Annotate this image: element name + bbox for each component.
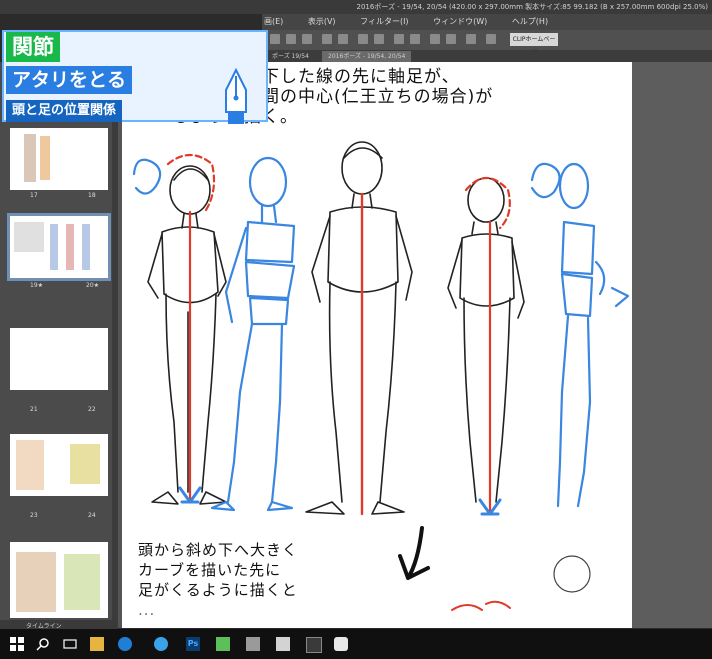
tool-icon[interactable]	[486, 34, 496, 44]
tool-icon[interactable]	[466, 34, 476, 44]
caption-title-line1: 関節	[6, 32, 60, 62]
arrow-annotation	[398, 526, 430, 580]
page-text-line: 足がくるように描くと	[138, 581, 298, 599]
circle-annotation	[553, 555, 591, 593]
thumbnail-figure	[82, 224, 90, 270]
edge-icon[interactable]	[118, 637, 132, 651]
tool-icon[interactable]	[270, 34, 280, 44]
tool-icon[interactable]	[374, 34, 384, 44]
windows-taskbar: Ps	[0, 629, 712, 659]
page-thumbnail[interactable]	[10, 328, 108, 390]
page-number: 21	[30, 406, 38, 413]
page-number: 17	[30, 192, 38, 199]
search-icon[interactable]	[36, 637, 50, 651]
page-number: 20★	[86, 282, 100, 289]
caption-subtitle: 頭と足の位置関係	[6, 100, 123, 122]
page-text-line: ...	[138, 601, 156, 619]
thumbnail-figure	[50, 224, 58, 270]
figure-1-blue-guides	[132, 158, 162, 195]
page-number: 19★	[30, 282, 44, 289]
canvas-margin	[632, 62, 712, 628]
page-number: 18	[88, 192, 96, 199]
thumbnail-figure	[24, 134, 36, 182]
file-explorer-icon[interactable]	[90, 637, 104, 651]
canvas-page[interactable]: から垂直に下した線の先に軸足が、 左右の足の間の中心(仁王立ちの場合)が るよう…	[122, 62, 632, 628]
page-thumbnail-selected[interactable]	[7, 213, 111, 281]
figure-1-lineart	[147, 165, 227, 505]
command-toolbar: CLIPホームページ	[262, 30, 712, 56]
menu-item-help[interactable]: ヘルプ(H)	[512, 17, 548, 26]
photoshop-icon[interactable]: Ps	[186, 637, 200, 651]
window-title-bar: 2016ポーズ - 19/54, 20/54 (420.00 x 297.00m…	[0, 0, 712, 14]
tool-icon[interactable]	[322, 34, 332, 44]
tool-icon[interactable]	[446, 34, 456, 44]
thumbnail-figure	[16, 440, 44, 490]
figure-2-blue-mannequin	[210, 156, 296, 512]
tool-icon[interactable]	[286, 34, 296, 44]
thumbnail-figure	[70, 444, 100, 484]
pen-nib-icon	[225, 68, 247, 124]
clip-studio-icon[interactable]	[334, 637, 348, 651]
clip-homepage-button[interactable]: CLIPホームページ	[510, 33, 558, 56]
page-thumbnail[interactable]	[10, 128, 108, 190]
page-bottom-text: 頭から斜め下へ大きく カーブを描いた先に 足がくるように描くと ...	[138, 540, 358, 620]
page-number: 24	[88, 512, 96, 519]
tool-icon[interactable]	[358, 34, 368, 44]
thumbnail-figure	[16, 552, 56, 612]
caption-title-line2: アタリをとる	[6, 66, 133, 94]
app-icon[interactable]	[216, 637, 230, 651]
ie-icon[interactable]	[154, 637, 168, 651]
page-number: 22	[88, 406, 96, 413]
menu-item-view[interactable]: 表示(V)	[308, 17, 336, 26]
tool-icon[interactable]	[410, 34, 420, 44]
tool-icon[interactable]	[302, 34, 312, 44]
thumbnail-figure	[64, 554, 100, 610]
figure-4-lineart	[447, 177, 525, 503]
windows-icon[interactable]	[10, 637, 24, 651]
menu-item-filter[interactable]: フィルター(I)	[360, 17, 408, 26]
thumbnail-figure	[66, 224, 74, 270]
tool-icon[interactable]	[430, 34, 440, 44]
app-icon[interactable]	[276, 637, 290, 651]
tab-document-2[interactable]: 2016ポーズ - 19/54, 20/54	[322, 51, 412, 62]
tool-icon[interactable]	[338, 34, 348, 44]
figure-5-blue-mannequin	[530, 162, 630, 508]
page-thumbnail-sidebar: 17 18 19★ 20★ 21 22 23 24	[0, 62, 118, 628]
page-number: 23	[30, 512, 38, 519]
app-icon[interactable]	[306, 637, 322, 653]
thumbnail-text-block	[14, 222, 44, 252]
window-title: 2016ポーズ - 19/54, 20/54 (420.00 x 297.00m…	[356, 3, 708, 11]
menu-bar: 画(E) 表示(V) フィルター(I) ウィンドウ(W) ヘルプ(H)	[262, 14, 712, 30]
red-scribble	[451, 600, 511, 611]
page-text-line: カーブを描いた先に	[138, 561, 282, 579]
figure-3-lineart	[305, 141, 413, 515]
menu-item-window[interactable]: ウィンドウ(W)	[433, 17, 487, 26]
thumbnail-figure	[40, 136, 50, 180]
page-text-line: 頭から斜め下へ大きく	[138, 541, 299, 559]
page-thumbnail[interactable]	[10, 434, 108, 496]
sidebar-bottom-bar: タイムライン	[0, 620, 118, 630]
document-tab-bar: ポーズ 19/54 2016ポーズ - 19/54, 20/54	[262, 50, 712, 62]
app-icon[interactable]	[246, 637, 260, 651]
page-thumbnail[interactable]	[10, 542, 108, 618]
tab-document-1[interactable]: ポーズ 19/54	[266, 51, 315, 62]
task-view-icon[interactable]	[63, 637, 77, 651]
tool-icon[interactable]	[394, 34, 404, 44]
tutorial-caption-overlay: 関節 アタリをとる 頭と足の位置関係	[0, 18, 268, 128]
